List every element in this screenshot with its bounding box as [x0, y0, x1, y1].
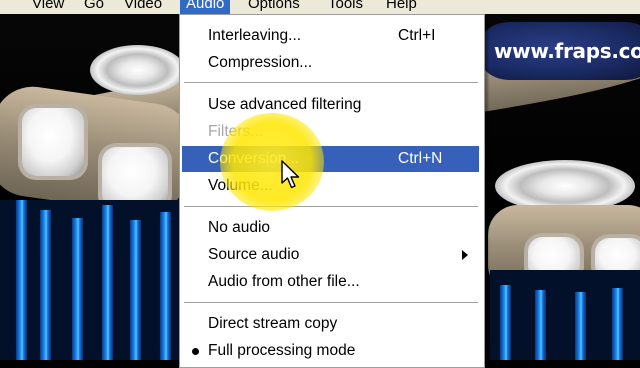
menu-item-volume[interactable]: Volume...	[182, 173, 479, 199]
submenu-arrow-icon	[462, 250, 468, 260]
menu-item-label: Source audio	[208, 246, 300, 263]
menu-item-source-audio[interactable]: Source audio	[182, 242, 479, 268]
menu-separator	[184, 302, 478, 304]
menu-item-label: Volume...	[208, 177, 273, 194]
menu-item-label: Interleaving...	[208, 27, 302, 44]
menu-item-label: Audio from other file...	[208, 273, 360, 290]
menu-options[interactable]: Options	[248, 0, 300, 14]
menu-item-label: Use advanced filtering	[208, 96, 362, 113]
ceiling-light-left	[90, 45, 185, 95]
pillar	[612, 288, 623, 360]
menu-view[interactable]: View	[32, 0, 64, 14]
pillar	[160, 212, 171, 360]
menu-tools[interactable]: Tools	[328, 0, 363, 14]
menu-item-label: No audio	[208, 219, 271, 236]
menu-item-compression[interactable]: Compression...	[182, 50, 479, 76]
menu-help[interactable]: Help	[386, 0, 417, 14]
menu-separator	[184, 206, 478, 208]
menu-item-direct-stream-copy[interactable]: Direct stream copy	[182, 311, 479, 337]
menu-item-full-processing-mode[interactable]: Full processing mode	[182, 338, 479, 364]
menu-item-no-audio[interactable]: No audio	[182, 215, 479, 241]
menu-go[interactable]: Go	[84, 0, 104, 14]
pillar	[575, 292, 586, 360]
menu-item-label: Direct stream copy	[208, 315, 338, 332]
pillar	[102, 205, 113, 360]
pillar	[535, 290, 546, 360]
radio-bullet-icon	[192, 348, 199, 355]
menu-item-label: Compression...	[208, 54, 313, 71]
menu-item-use-advanced-filtering[interactable]: Use advanced filtering	[182, 92, 479, 118]
menu-item-label: Full processing mode	[208, 342, 356, 359]
pillar	[130, 220, 141, 360]
menu-item-label: Filters...	[208, 123, 264, 140]
pillar	[72, 218, 83, 360]
menu-item-filters: Filters...	[182, 119, 479, 145]
menu-video[interactable]: Video	[124, 0, 162, 14]
menu-item-shortcut: Ctrl+I	[398, 27, 436, 44]
menu-item-conversion[interactable]: Conversion... Ctrl+N	[182, 146, 479, 172]
pillar	[16, 200, 27, 360]
menu-item-interleaving[interactable]: Interleaving... Ctrl+I	[182, 23, 479, 49]
menu-item-shortcut: Ctrl+N	[398, 150, 443, 167]
menu-bar: View Go Video Audio Options Tools Help	[0, 0, 640, 14]
menu-audio[interactable]: Audio	[180, 0, 231, 14]
fraps-watermark: www.fraps.co	[480, 22, 640, 80]
pillar-shadow	[0, 200, 180, 360]
menu-separator	[184, 82, 478, 84]
pillar	[40, 210, 51, 360]
menu-item-label: Conversion...	[208, 150, 300, 167]
window-pane	[22, 108, 84, 176]
audio-menu: Interleaving... Ctrl+I Compression... Us…	[179, 14, 485, 368]
pillar	[500, 285, 511, 360]
menu-item-audio-from-other-file[interactable]: Audio from other file...	[182, 269, 479, 295]
